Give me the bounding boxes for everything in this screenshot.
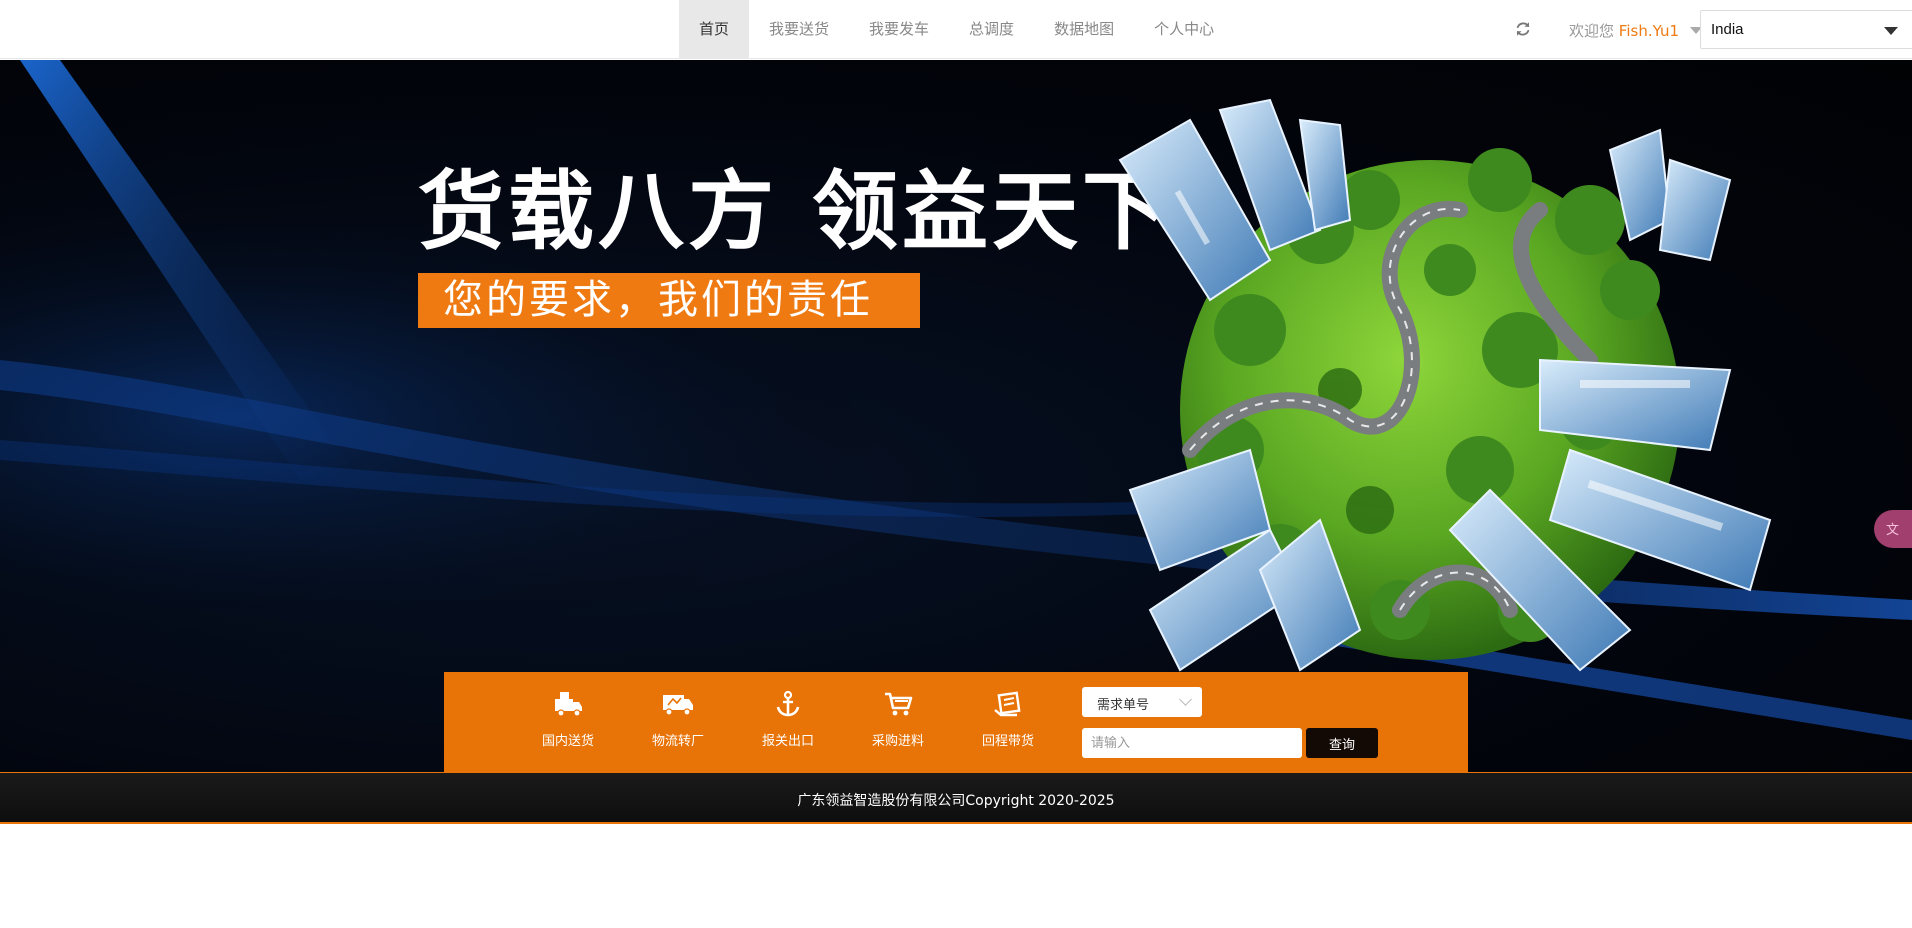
top-navbar: 首页 我要送货 我要发车 总调度 数据地图 个人中心 欢迎您 Fish.Yu1 … (0, 0, 1912, 59)
nav-item-data-map[interactable]: 数据地图 (1034, 0, 1134, 59)
nav-item-send-goods[interactable]: 我要送货 (749, 0, 849, 59)
nav-item-personal-center[interactable]: 个人中心 (1134, 0, 1234, 59)
search-type-value: 需求单号 (1097, 698, 1150, 713)
service-label: 回程带货 (981, 734, 1034, 749)
copyright-text: 广东领益智造股份有限公司Copyright 2020-2025 (797, 793, 1115, 809)
green-city-globe-image (1118, 98, 1772, 672)
service-return-cargo[interactable]: 回程带货 (963, 690, 1053, 749)
search-type-select[interactable]: 需求单号 (1082, 687, 1202, 717)
translate-side-button[interactable]: 文 (1874, 510, 1912, 548)
anchor-icon (776, 690, 800, 717)
service-domestic-delivery[interactable]: 国内送货 (523, 690, 613, 749)
service-logistics-transfer[interactable]: 物流转厂 (633, 690, 723, 749)
query-button[interactable]: 查询 (1306, 728, 1378, 758)
svg-text:文: 文 (1886, 523, 1899, 538)
user-menu[interactable]: 欢迎您 Fish.Yu1 (1569, 20, 1702, 41)
service-search-panel: 国内送货 物流转厂 报关出口 采购进料 回程带货 需求单号 请输入 查询 (444, 672, 1468, 772)
nav-item-dispatch-truck[interactable]: 我要发车 (849, 0, 949, 59)
hero-headline: 货载八方 领益天下 (418, 162, 1172, 262)
shopping-cart-icon (885, 692, 913, 716)
search-input[interactable] (1082, 728, 1302, 758)
service-label: 报关出口 (761, 734, 814, 749)
chevron-down-icon (1179, 693, 1192, 706)
transfer-truck-icon (663, 695, 693, 716)
hero-tagline: 您的要求，我们的责任 (418, 273, 920, 328)
service-label: 物流转厂 (651, 734, 704, 749)
nav-item-home[interactable]: 首页 (679, 0, 750, 59)
welcome-text: 欢迎您 (1569, 22, 1615, 40)
language-select[interactable]: India (1700, 10, 1912, 49)
service-purchase-inbound[interactable]: 采购进料 (853, 690, 943, 749)
service-label: 国内送货 (541, 734, 594, 749)
refresh-icon[interactable] (1514, 20, 1532, 38)
nav-item-scheduling[interactable]: 总调度 (949, 0, 1034, 59)
username: Fish.Yu1 (1618, 22, 1680, 40)
service-label: 采购进料 (871, 734, 924, 749)
delivery-truck-icon (555, 692, 582, 717)
footer: 广东领益智造股份有限公司Copyright 2020-2025 (0, 772, 1912, 824)
main-nav: 首页 我要送货 我要发车 总调度 数据地图 个人中心 (679, 0, 1234, 59)
language-value: India (1711, 21, 1744, 38)
service-customs-export[interactable]: 报关出口 (743, 690, 833, 749)
return-cargo-icon (994, 691, 1021, 717)
translate-icon: 文 (1886, 523, 1899, 538)
hero-banner: 货载八方 领益天下 您的要求，我们的责任 文 (0, 60, 1912, 772)
dropdown-arrow-icon (1884, 27, 1898, 35)
